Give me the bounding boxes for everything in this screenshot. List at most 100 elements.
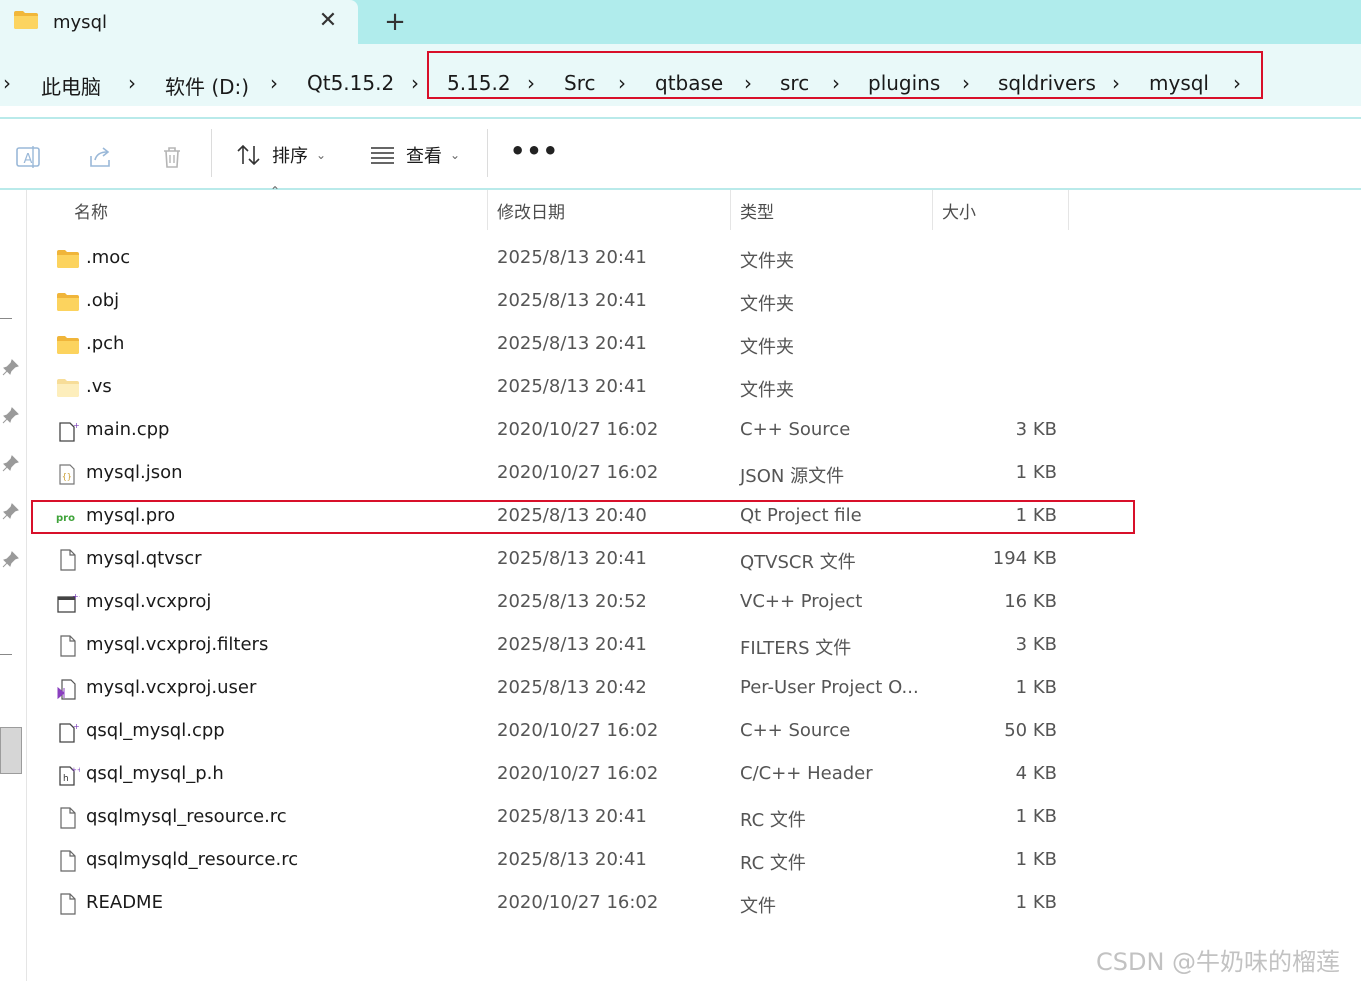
share-icon[interactable] [87, 144, 113, 170]
hidden-folder-icon [57, 379, 79, 397]
column-divider[interactable] [1068, 190, 1069, 230]
pin-icon[interactable] [2, 406, 20, 424]
breadcrumb-item[interactable]: 此电脑 [41, 71, 101, 100]
json-file-icon: {} [59, 464, 75, 485]
pin-icon[interactable] [2, 502, 20, 520]
file-name: mysql.vcxproj.user [86, 677, 257, 698]
file-name: qsqlmysql_resource.rc [86, 806, 287, 827]
file-date: 2025/8/13 20:41 [497, 290, 647, 311]
view-list-icon [371, 147, 394, 164]
file-type: 文件夹 [740, 380, 794, 401]
folder-icon [14, 11, 38, 29]
list-item[interactable]: qsqlmysqld_resource.rc 2025/8/13 20:41 R… [30, 839, 1130, 882]
file-size: 1 KB [1015, 806, 1057, 827]
file-type: C/C++ Header [740, 763, 873, 784]
divider [0, 654, 12, 655]
list-item[interactable]: .obj 2025/8/13 20:41 文件夹 [30, 280, 1130, 323]
file-date: 2020/10/27 16:02 [497, 763, 659, 784]
generic-file-icon [60, 635, 76, 657]
folder-icon [57, 336, 79, 354]
file-name: mysql.json [86, 462, 183, 483]
file-date: 2025/8/13 20:41 [497, 548, 647, 569]
list-item[interactable]: mysql.vcxproj.user 2025/8/13 20:42 Per-U… [30, 667, 1130, 710]
generic-file-icon [60, 850, 76, 872]
delete-icon[interactable] [159, 144, 185, 170]
pin-icon[interactable] [2, 550, 20, 568]
list-item[interactable]: .pch 2025/8/13 20:41 文件夹 [30, 323, 1130, 366]
file-size: 1 KB [1015, 677, 1057, 698]
list-item[interactable]: qsqlmysql_resource.rc 2025/8/13 20:41 RC… [30, 796, 1130, 839]
file-type: Per-User Project O... [740, 677, 919, 698]
view-button[interactable]: 查看 ⌄ [370, 141, 460, 169]
column-header-size[interactable]: 大小 [942, 198, 976, 223]
column-header-modified[interactable]: 修改日期 [497, 198, 565, 223]
tab-title: mysql [53, 12, 107, 33]
list-item[interactable]: README 2020/10/27 16:02 文件 1 KB [30, 882, 1130, 925]
column-header-name[interactable]: 名称 [74, 198, 108, 223]
column-divider[interactable] [932, 190, 933, 230]
close-tab-icon[interactable]: ✕ [317, 8, 339, 34]
file-size: 194 KB [992, 548, 1057, 569]
file-name: main.cpp [86, 419, 170, 440]
pin-icon[interactable] [2, 358, 20, 376]
sort-icon [237, 144, 260, 166]
chevron-down-icon: ⌄ [450, 148, 461, 162]
file-type: C++ Source [740, 419, 851, 440]
new-tab-button[interactable]: + [380, 7, 410, 37]
sort-label: 排序 [272, 146, 308, 167]
watermark: CSDN @牛奶味的榴莲 [1096, 948, 1341, 976]
list-item[interactable]: ++ main.cpp 2020/10/27 16:02 C++ Source … [30, 409, 1130, 452]
file-date: 2020/10/27 16:02 [497, 419, 659, 440]
vcxproj-file-icon: ++ [57, 592, 80, 613]
tab-bar: mysql ✕ + [0, 0, 1361, 44]
list-item[interactable]: .moc 2025/8/13 20:41 文件夹 [30, 237, 1130, 280]
pin-icon[interactable] [2, 454, 20, 472]
breadcrumb-separator[interactable]: › [128, 71, 136, 95]
file-date: 2025/8/13 20:52 [497, 591, 647, 612]
file-name: .obj [86, 290, 120, 311]
file-type: RC 文件 [740, 810, 806, 831]
toolbar-divider [211, 129, 212, 177]
svg-text:h: h [63, 774, 69, 784]
breadcrumb-root-chevron[interactable]: › [3, 71, 11, 95]
file-date: 2020/10/27 16:02 [497, 892, 659, 913]
file-date: 2025/8/13 20:41 [497, 806, 647, 827]
more-options-button[interactable]: ••• [510, 137, 559, 165]
file-size: 3 KB [1015, 419, 1057, 440]
header-file-icon: h++ [59, 766, 80, 786]
path-highlight-box [427, 51, 1263, 99]
list-item[interactable]: mysql.qtvscr 2025/8/13 20:41 QTVSCR 文件 1… [30, 538, 1130, 581]
list-item[interactable]: ++ qsql_mysql.cpp 2020/10/27 16:02 C++ S… [30, 710, 1130, 753]
list-item[interactable]: ++ mysql.vcxproj 2025/8/13 20:52 VC++ Pr… [30, 581, 1130, 624]
tab-mysql[interactable]: mysql ✕ [0, 0, 358, 44]
navigation-pane [0, 190, 27, 981]
sort-button[interactable]: 排序 ⌄ [236, 141, 326, 169]
file-name: mysql.vcxproj [86, 591, 212, 612]
breadcrumb-separator[interactable]: › [411, 71, 419, 95]
list-item[interactable]: h ++ qsql_mysql_p.h 2020/10/27 16:02 C/C+… [30, 753, 1130, 796]
folder-icon [57, 250, 79, 268]
file-size: 1 KB [1015, 849, 1057, 870]
file-name: qsqlmysqld_resource.rc [86, 849, 299, 870]
list-item[interactable]: mysql.vcxproj.filters 2025/8/13 20:41 FI… [30, 624, 1130, 667]
command-bar: A 排序 ⌄ 查看 ⌄ ••• [0, 119, 1361, 189]
breadcrumb-item[interactable]: 软件 (D:) [165, 71, 249, 100]
chevron-down-icon: ⌄ [316, 148, 327, 162]
column-header-type[interactable]: 类型 [740, 198, 774, 223]
file-size: 3 KB [1015, 634, 1057, 655]
column-divider[interactable] [487, 190, 488, 230]
column-divider[interactable] [730, 190, 731, 230]
scrollbar-thumb[interactable] [0, 727, 22, 774]
folder-icon [57, 293, 79, 311]
ai-rename-icon[interactable]: A [15, 144, 41, 170]
breadcrumb-separator[interactable]: › [270, 71, 278, 95]
file-name: mysql.vcxproj.filters [86, 634, 269, 655]
breadcrumb-item[interactable]: Qt5.15.2 [307, 71, 394, 95]
svg-text:++: ++ [73, 421, 80, 430]
file-type: 文件夹 [740, 294, 794, 315]
list-item[interactable]: {} mysql.json 2020/10/27 16:02 JSON 源文件 … [30, 452, 1130, 495]
file-size: 1 KB [1015, 462, 1057, 483]
sort-ascending-icon: ⌃ [270, 184, 281, 198]
vs-user-file-icon [57, 679, 76, 700]
list-item[interactable]: .vs 2025/8/13 20:41 文件夹 [30, 366, 1130, 409]
